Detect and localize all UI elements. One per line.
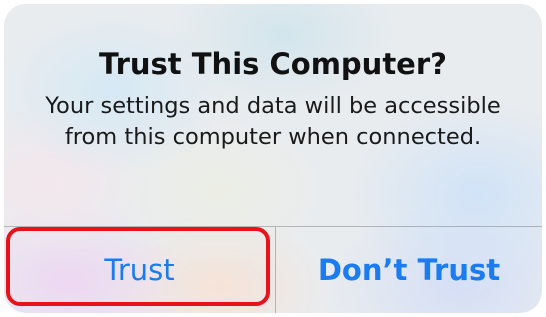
trust-button[interactable]: Trust — [4, 227, 275, 313]
trust-computer-alert: Trust This Computer? Your settings and d… — [4, 4, 542, 313]
alert-message: Your settings and data will be accessibl… — [45, 93, 501, 150]
alert-title: Trust This Computer? — [99, 47, 447, 81]
dont-trust-button[interactable]: Don’t Trust — [276, 227, 542, 313]
alert-content: Trust This Computer? Your settings and d… — [4, 4, 542, 226]
